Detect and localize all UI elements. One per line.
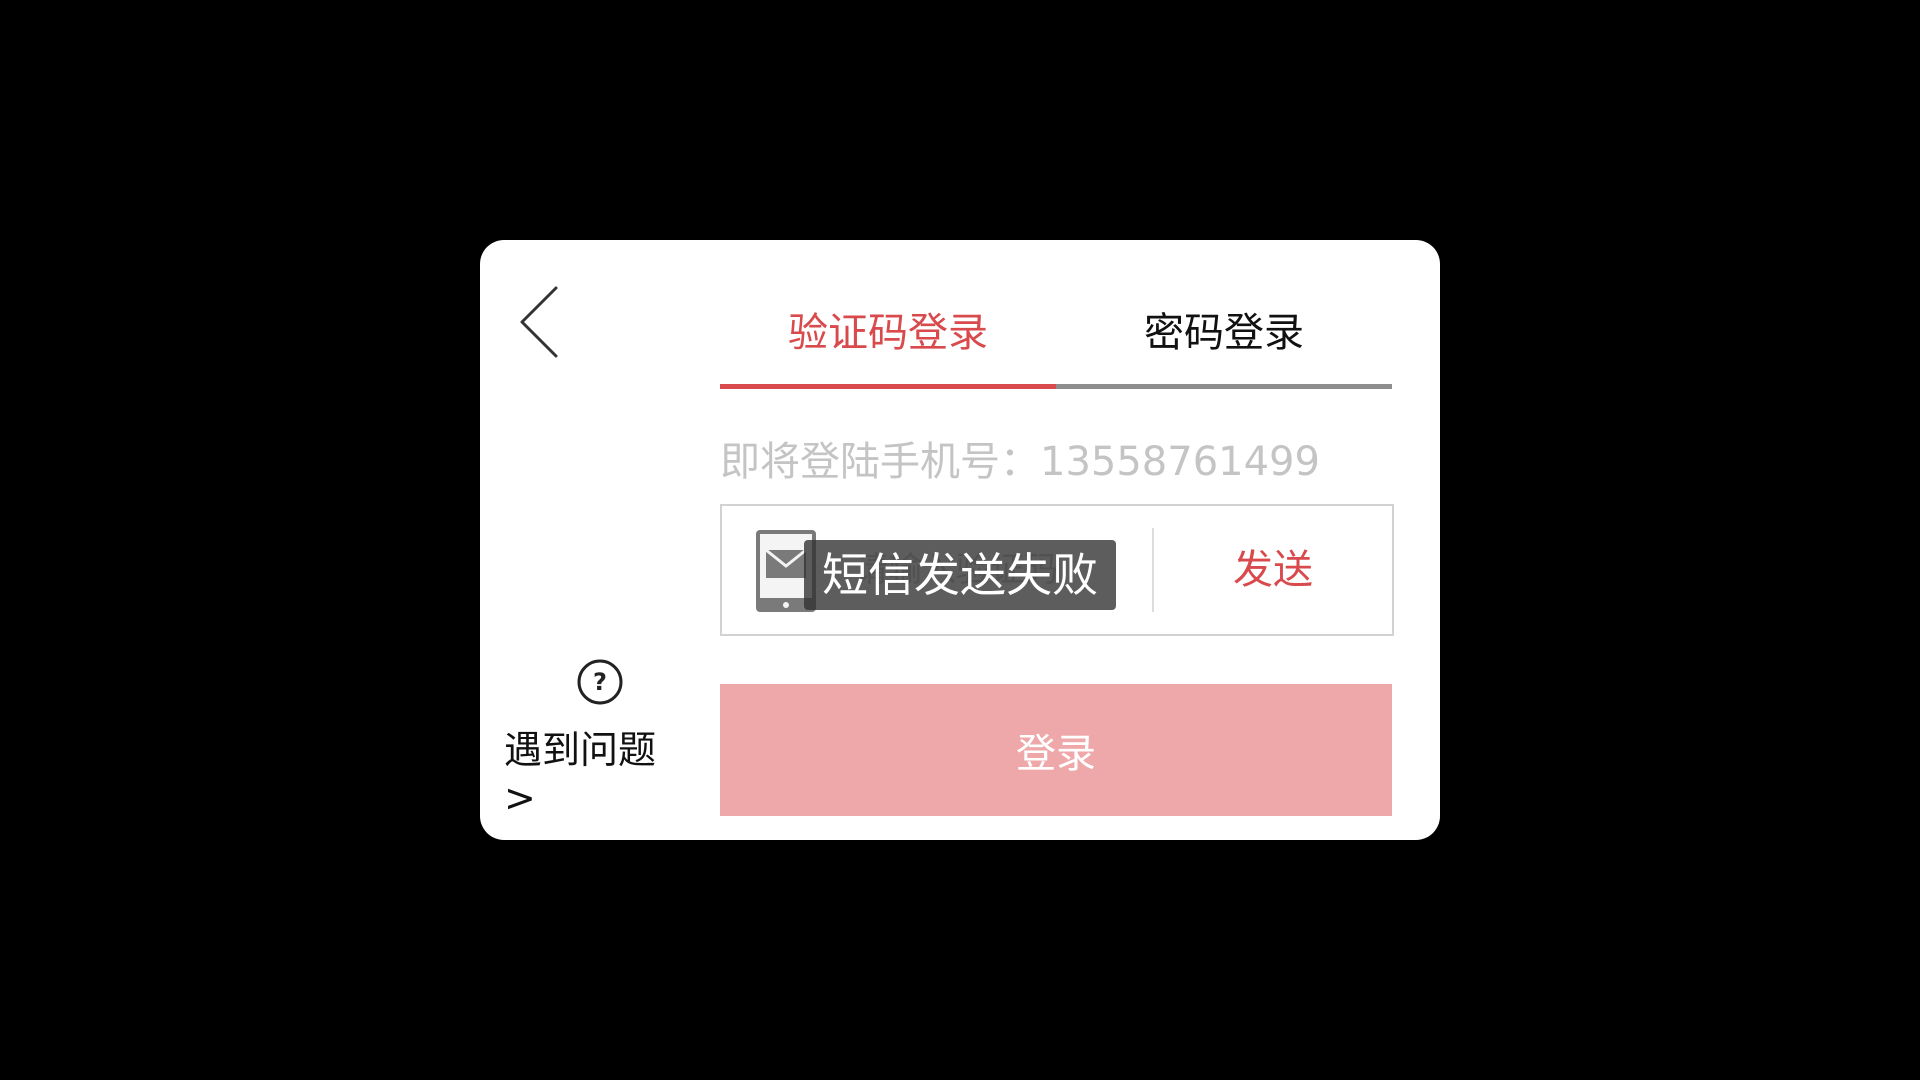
inactive-tab-indicator bbox=[1056, 384, 1392, 389]
login-tabs: 验证码登录 密码登录 bbox=[720, 288, 1392, 392]
help-label: 遇到问题 > bbox=[504, 728, 657, 820]
tab-password-login[interactable]: 密码登录 bbox=[1056, 288, 1392, 392]
error-toast: 短信发送失败 bbox=[804, 540, 1116, 610]
help-link[interactable]: ? 遇到问题 > bbox=[504, 658, 694, 820]
question-circle-icon: ? bbox=[577, 659, 623, 705]
tab-sms-code-login[interactable]: 验证码登录 bbox=[720, 288, 1056, 392]
active-tab-indicator bbox=[720, 384, 1056, 389]
chevron-left-icon bbox=[520, 286, 558, 358]
back-button[interactable] bbox=[516, 284, 566, 360]
send-code-button[interactable]: 发送 bbox=[1154, 506, 1392, 634]
login-button[interactable]: 登录 bbox=[720, 684, 1392, 816]
phone-number-hint: 即将登陆手机号：13558761499 bbox=[720, 439, 1320, 485]
svg-text:?: ? bbox=[593, 668, 607, 696]
login-dialog: 验证码登录 密码登录 即将登陆手机号：13558761499 发送 短信发送失败… bbox=[480, 240, 1440, 840]
